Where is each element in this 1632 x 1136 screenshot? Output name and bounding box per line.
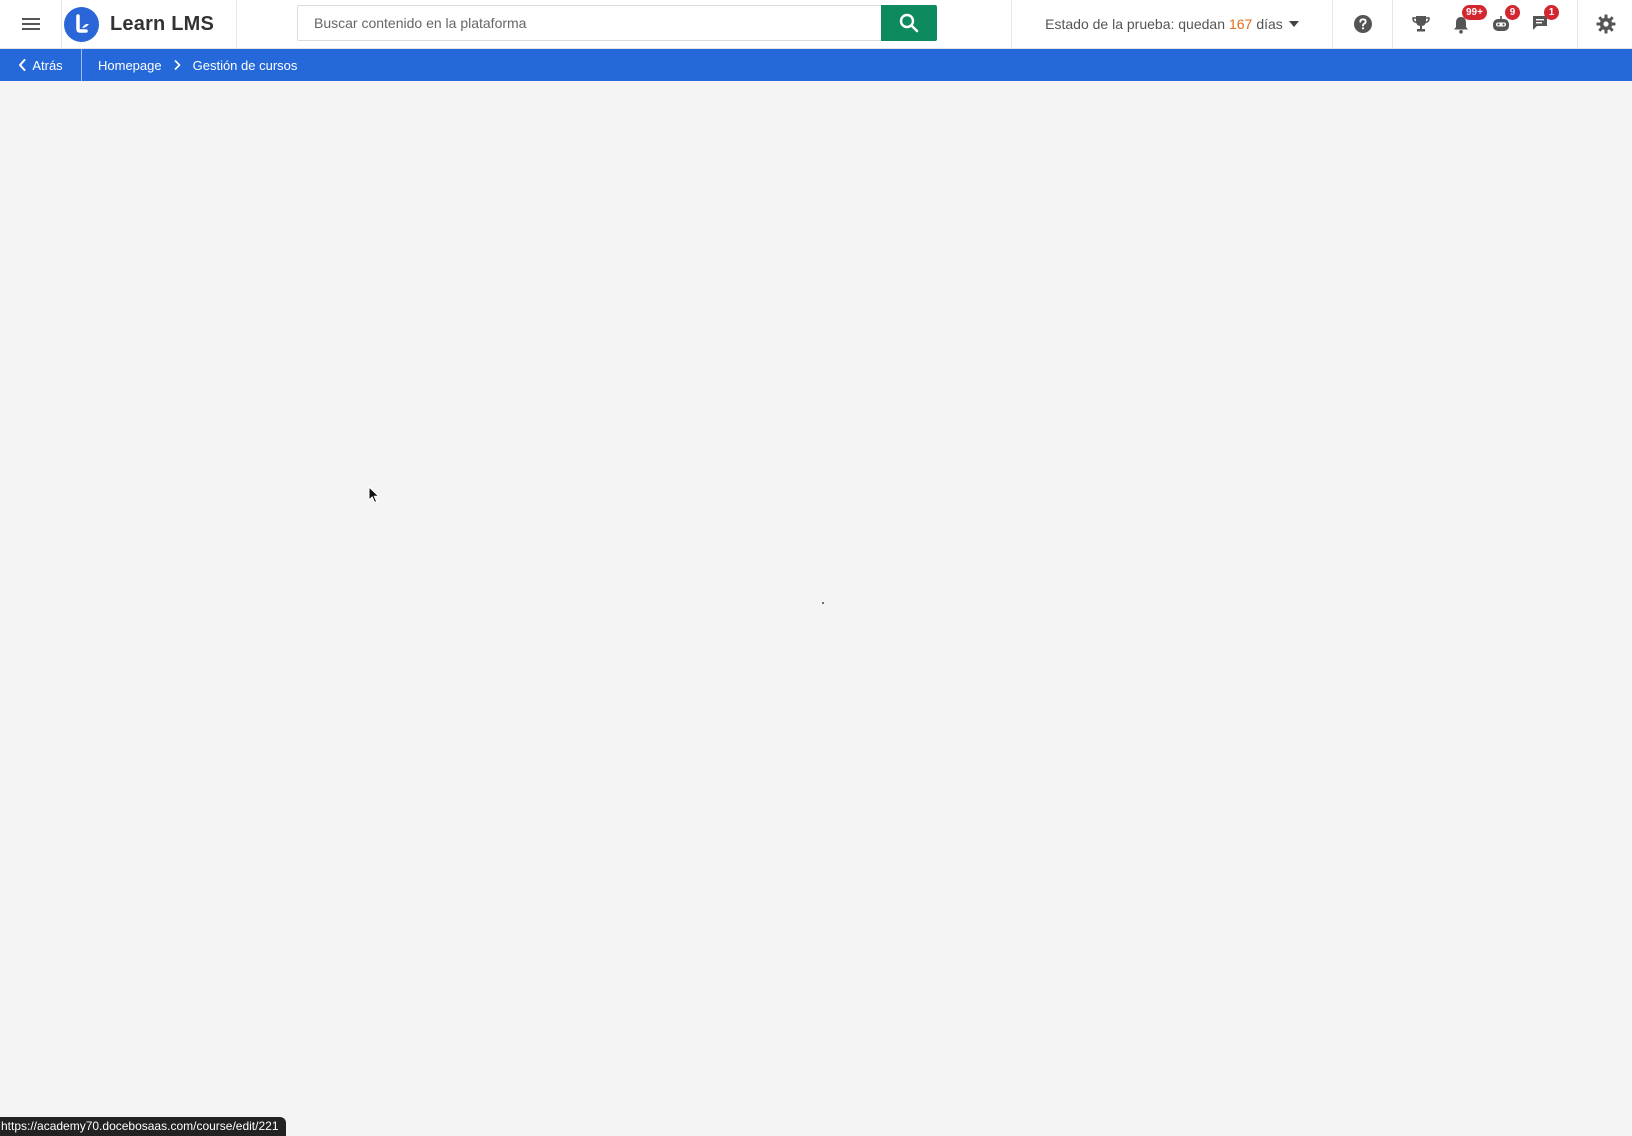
settings-button[interactable] [1577,0,1632,48]
breadcrumb-bar: Atrás Homepage Gestión de cursos [0,49,1632,81]
chevron-right-icon [174,60,181,70]
caret-down-icon [1288,21,1299,27]
gear-icon [1596,14,1615,34]
search-icon [899,13,919,33]
back-label: Atrás [32,57,63,73]
top-bar: Learn LMS Estado de la prueba: quedan 16… [0,0,1632,49]
virtual-coach-badge: 9 [1505,5,1520,20]
mouse-cursor-icon [368,486,380,504]
main-content [0,81,1632,1136]
breadcrumb: Homepage Gestión de cursos [98,58,297,73]
brand-logo-icon [64,6,99,42]
virtual-coach-button[interactable]: 9 [1481,0,1521,48]
trial-status-dropdown[interactable]: Estado de la prueba: quedan 167 días [1011,0,1333,48]
trophy-icon [1412,16,1430,32]
search-bar [297,5,937,41]
brand-logo-area[interactable]: Learn LMS [62,0,237,48]
back-button[interactable]: Atrás [0,49,82,81]
chat-badge: 1 [1544,5,1559,20]
hamburger-icon [21,18,40,30]
menu-button[interactable] [0,0,62,48]
status-bar-url: https://academy70.docebosaas.com/course/… [0,1117,286,1136]
breadcrumb-homepage[interactable]: Homepage [98,58,162,73]
chat-button[interactable]: 1 [1521,0,1561,48]
brand-name: Learn LMS [110,12,215,35]
help-circle-icon [1353,15,1372,33]
gamification-button[interactable] [1401,0,1441,48]
header-icons: 99+ 9 1 [1333,0,1632,48]
trial-days-remaining: 167 [1228,16,1253,32]
notifications-button[interactable]: 99+ [1441,0,1487,48]
trial-status-prefix: Estado de la prueba: quedan [1045,16,1225,32]
search-button[interactable] [881,5,937,41]
search-input[interactable] [297,5,881,41]
trial-status-suffix: días [1256,16,1283,32]
help-button[interactable] [1333,0,1393,48]
breadcrumb-course-management: Gestión de cursos [192,57,298,73]
loading-indicator [822,602,824,604]
chevron-left-icon [19,59,26,71]
